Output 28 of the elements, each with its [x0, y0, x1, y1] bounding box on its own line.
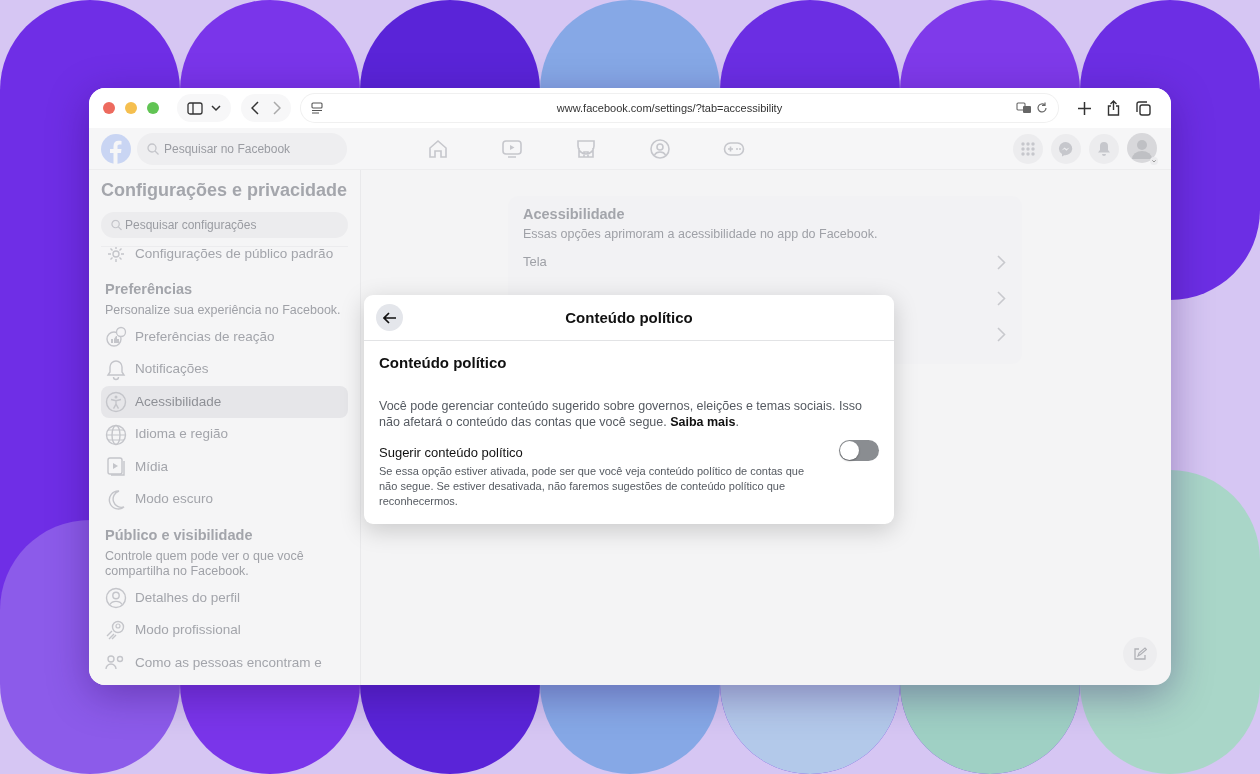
section-heading: Público e visibilidade: [105, 525, 254, 545]
search-field[interactable]: Pesquisar no Facebook: [137, 132, 347, 165]
url-text: www.facebook.com/settings/?tab=accessibility: [555, 100, 784, 116]
sidebar-item[interactable]: Detalhes do perfil: [101, 581, 348, 615]
section-description: Personalize sua experiência no Facebook.: [105, 302, 342, 318]
sidebar-item[interactable]: Preferências de reação: [101, 320, 348, 354]
sidebar-item[interactable]: Modo profissional: [101, 614, 348, 647]
card-description: Essas opções aprimoram a acessibilidade no app do Facebook.: [523, 226, 879, 244]
address-bar[interactable]: www.facebook.com/settings/?tab=accessibility: [301, 94, 1058, 122]
learn-more-link[interactable]: Saiba mais: [670, 415, 736, 430]
sidebar-item[interactable]: Modo escuro: [101, 483, 348, 516]
sidebar-title: Configurações e privacidade: [101, 180, 348, 202]
section-description: Controle quem pode ver o que você compartilha no Facebook.: [105, 548, 305, 579]
dialog-title: Conteúdo político: [565, 308, 693, 327]
section-heading: Conteúdo político: [379, 354, 508, 372]
dialog-description: Você pode gerenciar conteúdo sugerido sobre governos, eleições e temas sociais. Isso não afetará o conteúdo das contas que você segue. Saiba mais.: [379, 398, 863, 431]
sidebar-item[interactable]: Idioma e região: [101, 418, 348, 451]
sidebar-item[interactable]: Mídia: [101, 450, 348, 484]
sidebar-item[interactable]: Configurações de público padrão: [101, 246, 348, 271]
setting-label: Sugerir conteúdo político: [379, 443, 524, 462]
setting-description: Se essa opção estiver ativada, pode ser que você veja conteúdo político de contas que não segue. Se estiver desativada, não faremos sugestões de conteúdo político que reconhecermos.: [379, 464, 805, 509]
section-heading: Preferências: [105, 280, 194, 300]
sidebar-item[interactable]: Acessibilidade: [101, 385, 348, 419]
settings-row[interactable]: Tela: [523, 244, 1006, 281]
sidebar-item[interactable]: Notificações: [101, 353, 348, 386]
card-title: Acessibilidade: [523, 206, 626, 224]
sidebar-item[interactable]: Como as pessoas encontram e: [101, 646, 348, 680]
settings-search-field[interactable]: Pesquisar configurações: [101, 211, 348, 238]
